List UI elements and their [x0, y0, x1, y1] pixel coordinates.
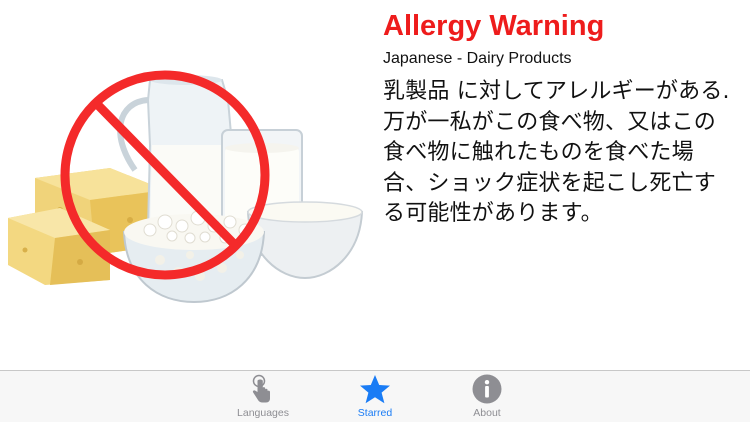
info-icon	[472, 374, 502, 404]
tab-starred-label: Starred	[357, 407, 393, 419]
tab-starred[interactable]: Starred	[320, 371, 430, 422]
warning-panel: Allergy Warning Japanese - Dairy Product…	[383, 8, 735, 230]
tab-languages[interactable]: Languages	[208, 371, 318, 422]
tab-about[interactable]: About	[432, 371, 542, 422]
app-screen: Allergy Warning Japanese - Dairy Product…	[0, 0, 750, 422]
language-subtitle: Japanese - Dairy Products	[383, 50, 572, 67]
warning-message: 乳製品 に対してアレルギーがある. 万が一私がこの食べ物、又はこの食べ物に触れた…	[383, 79, 730, 226]
tab-bar: Languages Starred About	[0, 370, 750, 422]
cottage-cheese-bowl-icon	[122, 210, 266, 304]
no-dairy-products-image	[8, 70, 364, 304]
star-icon	[360, 375, 390, 404]
tab-about-label: About	[473, 407, 501, 419]
pointing-hand-icon	[252, 374, 270, 403]
allergy-card: Allergy Warning Japanese - Dairy Product…	[0, 0, 750, 370]
tab-languages-label: Languages	[237, 407, 289, 419]
yogurt-bowl-icon	[246, 201, 364, 280]
page-title: Allergy Warning	[383, 10, 605, 42]
